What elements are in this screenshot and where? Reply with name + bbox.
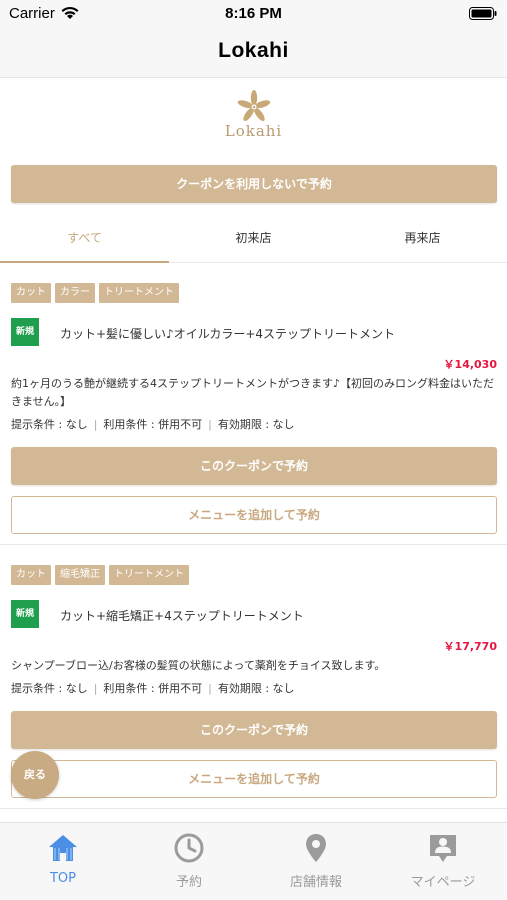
salon-logo: Lokahi xyxy=(0,90,507,160)
coupon-card: カット 縮毛矯正 トリートメント 新規 カット+縮毛矯正+4ステップトリートメント … xyxy=(0,565,507,822)
status-time: 8:16 PM xyxy=(225,5,282,22)
presentation-condition: 提示条件 : なし xyxy=(11,418,88,431)
coupon-title: カット+髪に優しい♪オイルカラー+4ステップトリートメント xyxy=(60,327,396,341)
home-icon xyxy=(49,835,77,861)
condition-separator: | xyxy=(93,418,98,431)
reserve-with-coupon-button[interactable]: このクーポンで予約 xyxy=(11,711,497,749)
tab-bar-item-reservation[interactable]: 予約 xyxy=(126,823,252,900)
user-badge-icon xyxy=(430,835,456,862)
tab-bar-item-top[interactable]: TOP xyxy=(0,823,126,900)
customer-type-tabs: すべて 初来店 再来店 xyxy=(0,218,507,263)
page-title: Lokahi xyxy=(218,39,289,62)
coupon-description: 約1ヶ月のうる艶が継続する4ステップトリートメントがつきます♪【初回のみロング料… xyxy=(11,377,495,408)
tab-bar-label: 予約 xyxy=(175,875,202,890)
presentation-condition: 提示条件 : なし xyxy=(11,682,88,695)
tab-bar-item-my-page[interactable]: マイページ xyxy=(380,823,506,900)
clock-icon xyxy=(174,833,204,863)
coupon-tag: トリートメント xyxy=(109,565,189,585)
status-bar: Carrier 8:16 PM xyxy=(0,0,507,28)
usage-condition: 利用条件 : 併用不可 xyxy=(103,418,203,431)
tab-bar-label: TOP xyxy=(49,871,76,886)
coupon-card: カット カラー トリートメント 新規 カット+髪に優しい♪オイルカラー+4ステップト… xyxy=(0,283,507,543)
add-menu-reserve-button[interactable]: メニューを追加して予約 xyxy=(11,496,497,534)
coupon-title: カット+縮毛矯正+4ステップトリートメント xyxy=(60,609,304,623)
coupon-divider xyxy=(0,544,507,545)
tab-bar-label: マイページ xyxy=(410,875,476,890)
usage-condition: 利用条件 : 併用不可 xyxy=(103,682,203,695)
tab-bar-label: 店舗情報 xyxy=(289,875,342,890)
logo-text: Lokahi xyxy=(224,122,283,140)
new-customer-badge: 新規 xyxy=(11,600,39,628)
coupon-tag: カット xyxy=(11,283,51,303)
condition-separator: | xyxy=(208,418,212,431)
tab-bar-item-store-info[interactable]: 店舗情報 xyxy=(253,823,379,900)
new-customer-badge: 新規 xyxy=(11,318,39,346)
coupon-tags: カット 縮毛矯正 トリートメント xyxy=(11,565,193,585)
navigation-bar: Lokahi xyxy=(0,28,507,78)
tab-repeat-visit[interactable]: 再来店 xyxy=(338,218,507,263)
coupon-price: ￥14,030 xyxy=(443,358,497,371)
coupon-tag: カラー xyxy=(55,283,95,303)
flower-logo-icon xyxy=(237,90,270,122)
tab-first-visit[interactable]: 初来店 xyxy=(169,218,338,263)
coupon-conditions: 提示条件 : なし | 利用条件 : 併用不可 | 有効期限 : なし xyxy=(11,416,295,432)
coupon-tag: カット xyxy=(11,565,51,585)
coupon-price: ￥17,770 xyxy=(443,640,497,653)
reserve-without-coupon-button[interactable]: クーポンを利用しないで予約 xyxy=(11,165,497,203)
tab-all[interactable]: すべて xyxy=(0,218,169,263)
coupon-description: シャンプーブロー込/お客様の髪質の状態によって薬剤をチョイス致します。 xyxy=(11,659,386,672)
expiry-condition: 有効期限 : なし xyxy=(217,418,295,431)
app-screen: Carrier 8:16 PM Lokahi Lokahi クーポンを利用しない… xyxy=(0,0,507,900)
battery-icon xyxy=(469,7,497,20)
coupon-tag: トリートメント xyxy=(99,283,179,303)
location-pin-icon xyxy=(306,834,326,862)
bottom-tab-bar: TOP 予約 店舗情報 マイページ xyxy=(0,822,507,900)
add-menu-reserve-button[interactable]: メニューを追加して予約 xyxy=(11,760,497,798)
condition-separator: | xyxy=(93,682,98,695)
coupon-tags: カット カラー トリートメント xyxy=(11,283,183,303)
coupon-divider xyxy=(0,808,507,809)
expiry-condition: 有効期限 : なし xyxy=(217,682,295,695)
coupon-conditions: 提示条件 : なし | 利用条件 : 併用不可 | 有効期限 : なし xyxy=(11,680,295,696)
condition-separator: | xyxy=(208,682,212,695)
reserve-with-coupon-button[interactable]: このクーポンで予約 xyxy=(11,447,497,485)
coupon-list-content[interactable]: Lokahi クーポンを利用しないで予約 すべて 初来店 再来店 カット カラート… xyxy=(0,78,507,822)
back-button[interactable]: 戻る xyxy=(11,751,59,799)
coupon-tag: 縮毛矯正 xyxy=(55,565,105,585)
